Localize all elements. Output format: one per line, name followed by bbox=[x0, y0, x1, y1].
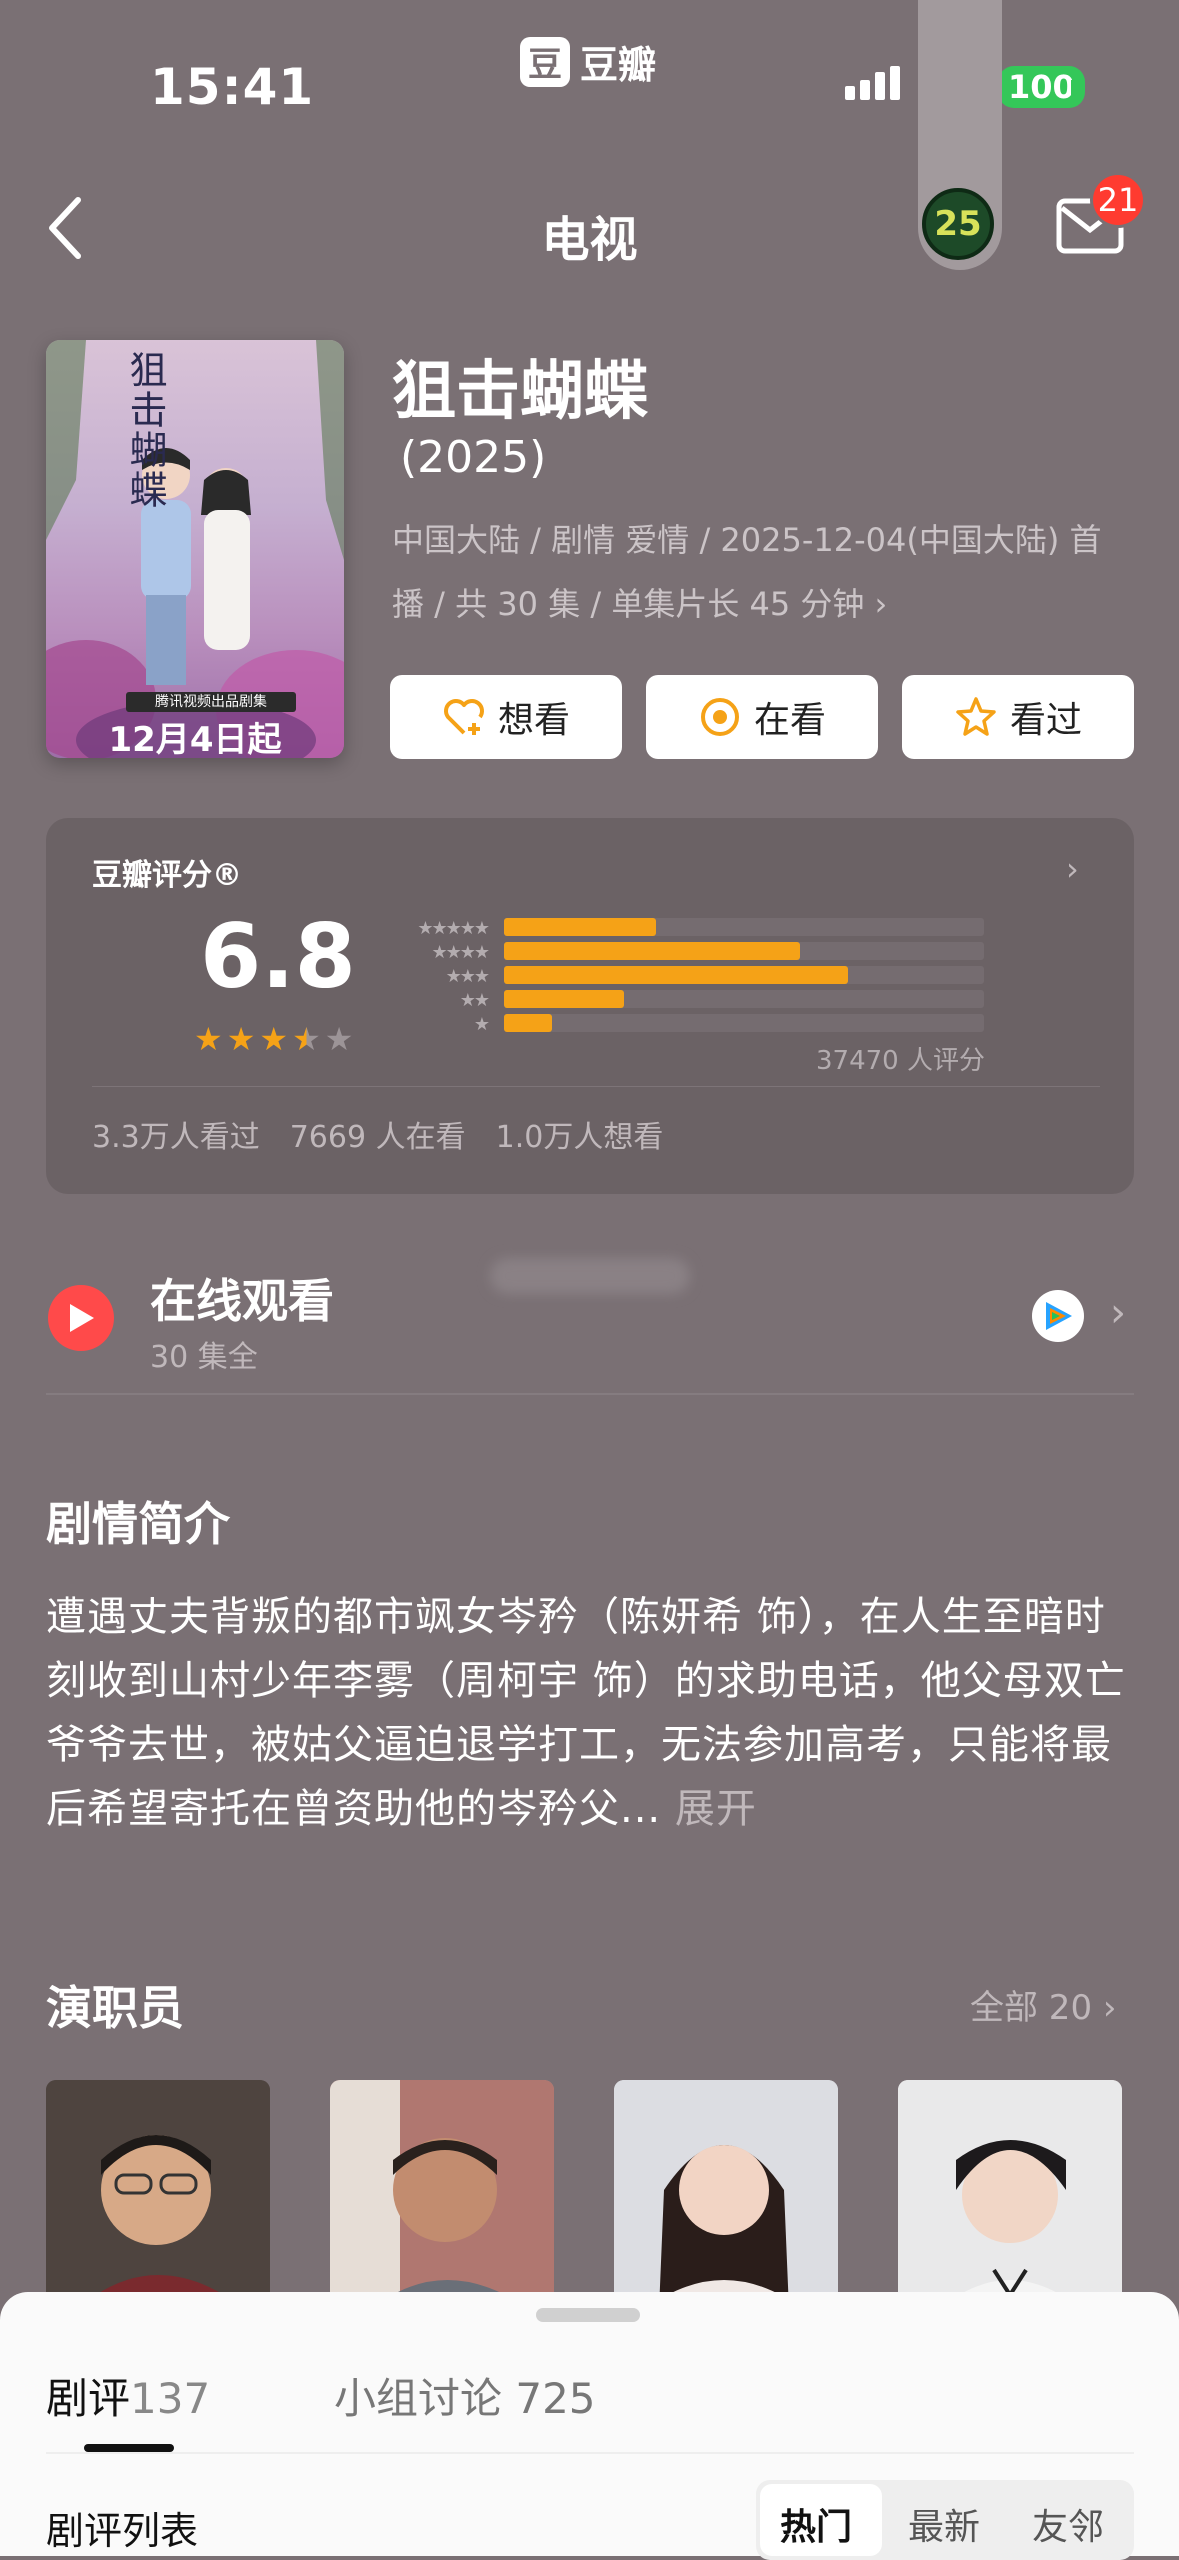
star-icon: ★ bbox=[324, 1020, 354, 1058]
chevron-right-icon[interactable]: › bbox=[1110, 1290, 1126, 1336]
watching-label: 在看 bbox=[753, 700, 826, 741]
tab-reviews-count: 137 bbox=[130, 2374, 211, 2423]
poster-date: 12月4日起 bbox=[108, 720, 282, 760]
histogram-bar bbox=[504, 1014, 552, 1032]
histogram-bar bbox=[504, 966, 848, 984]
rating-stars: ★ ★ ★ ★ ★ bbox=[194, 1020, 353, 1058]
histogram-row: ★★ bbox=[378, 990, 998, 1011]
rating-score: 6.8 bbox=[200, 905, 356, 1008]
expand-link[interactable]: 展开 bbox=[675, 1786, 757, 1832]
status-time: 15:41 bbox=[150, 58, 315, 116]
histogram-star-label: ★★★★★ bbox=[417, 918, 490, 939]
sort-friends[interactable]: 友邻 bbox=[1032, 2498, 1104, 2550]
play-icon[interactable] bbox=[48, 1285, 114, 1351]
histogram-star-label: ★★★ bbox=[445, 966, 490, 987]
histogram-row: ★★★★ bbox=[378, 942, 998, 963]
review-list-title: 剧评列表 bbox=[46, 2509, 199, 2553]
histogram-track bbox=[504, 1014, 984, 1032]
show-meta[interactable]: 中国大陆 / 剧情 爱情 / 2025-12-04(中国大陆) 首播 / 共 3… bbox=[392, 508, 1132, 636]
sort-hot[interactable]: 热门 bbox=[780, 2498, 852, 2550]
app-name: 豆瓣 bbox=[580, 43, 657, 87]
star-icon: ★ bbox=[226, 1020, 256, 1058]
poster-title: 狙击蝴蝶 bbox=[123, 350, 167, 510]
tab-reviews[interactable]: 剧评137 bbox=[46, 2365, 210, 2426]
cast-all-link[interactable]: 全部 20 › bbox=[970, 1980, 1116, 2029]
rating-stats: 3.3万人看过 7669 人在看 1.0万人想看 bbox=[92, 1112, 663, 1156]
synopsis-title: 剧情简介 bbox=[46, 1497, 230, 1551]
want-count: 1.0万人想看 bbox=[495, 1120, 664, 1155]
mail-badge: 21 bbox=[1090, 172, 1146, 228]
histogram-row: ★★★ bbox=[378, 966, 998, 987]
blurred-text bbox=[490, 1258, 690, 1294]
cellular-signal-icon bbox=[845, 66, 900, 100]
star-icon: ★ bbox=[259, 1020, 289, 1058]
cast-photo[interactable] bbox=[898, 2080, 1122, 2310]
divider bbox=[46, 1393, 1134, 1395]
want-label: 想看 bbox=[497, 700, 570, 741]
show-title: 狙击蝴蝶 bbox=[392, 355, 648, 429]
synopsis-body: 遭遇丈夫背叛的都市飒女岑矜（陈妍希 饰），在人生至暗时刻收到山村少年李雾（周柯宇… bbox=[46, 1594, 1126, 1832]
rating-label: 豆瓣评分® bbox=[92, 858, 242, 893]
online-watch-title[interactable]: 在线观看 bbox=[150, 1265, 334, 1331]
watched-label: 看过 bbox=[1009, 700, 1082, 741]
tencent-video-icon[interactable] bbox=[1032, 1290, 1084, 1342]
watched-count: 3.3万人看过 bbox=[92, 1120, 260, 1155]
cast-photo[interactable] bbox=[614, 2080, 838, 2310]
tab-groups[interactable]: 小组讨论 725 bbox=[334, 2365, 596, 2426]
sheet-handle[interactable] bbox=[536, 2308, 640, 2322]
synopsis-text: 遭遇丈夫背叛的都市飒女岑矜（陈妍希 饰），在人生至暗时刻收到山村少年李雾（周柯宇… bbox=[46, 1585, 1136, 1841]
cast-photo[interactable] bbox=[330, 2080, 554, 2310]
histogram-row: ★ bbox=[378, 1014, 998, 1035]
chevron-right-icon: › bbox=[1066, 850, 1079, 888]
watching-button[interactable]: 在看 bbox=[646, 675, 878, 759]
sort-newest[interactable]: 最新 bbox=[908, 2498, 980, 2550]
histogram-star-label: ★★ bbox=[459, 990, 490, 1011]
watching-icon bbox=[700, 698, 739, 736]
cast-title: 演职员 bbox=[46, 1981, 184, 2035]
online-watch-subtitle: 30 集全 bbox=[150, 1340, 258, 1375]
star-icon bbox=[956, 697, 996, 736]
heart-plus-icon bbox=[444, 699, 484, 735]
app-indicator: 豆 豆瓣 bbox=[520, 34, 656, 89]
star-icon: ★ bbox=[194, 1020, 223, 1058]
watched-button[interactable]: 看过 bbox=[902, 675, 1134, 759]
histogram-bar bbox=[504, 918, 656, 936]
battery-tip bbox=[1071, 80, 1077, 96]
watching-count: 7669 人在看 bbox=[289, 1120, 466, 1155]
divider bbox=[92, 1086, 1100, 1087]
page-title: 电视 bbox=[541, 212, 638, 268]
histogram-star-label: ★★★★ bbox=[431, 942, 490, 963]
rating-count: 37470 人评分 bbox=[816, 1046, 985, 1076]
tab-indicator bbox=[84, 2444, 174, 2452]
divider bbox=[46, 2452, 1134, 2454]
want-button[interactable]: 想看 bbox=[390, 675, 622, 759]
douban-logo-icon: 豆 bbox=[520, 36, 570, 87]
histogram-row: ★★★★★ bbox=[378, 918, 998, 939]
poster-band: 腾讯视频出品剧集 bbox=[126, 692, 296, 712]
cast-photo[interactable] bbox=[46, 2080, 270, 2310]
histogram-star-label: ★ bbox=[473, 1014, 490, 1035]
star-icon: ★ bbox=[292, 1020, 321, 1058]
show-year: (2025) bbox=[400, 432, 547, 483]
histogram-bar bbox=[504, 942, 800, 960]
histogram-bar bbox=[504, 990, 624, 1008]
tab-reviews-label: 剧评 bbox=[46, 2374, 131, 2423]
